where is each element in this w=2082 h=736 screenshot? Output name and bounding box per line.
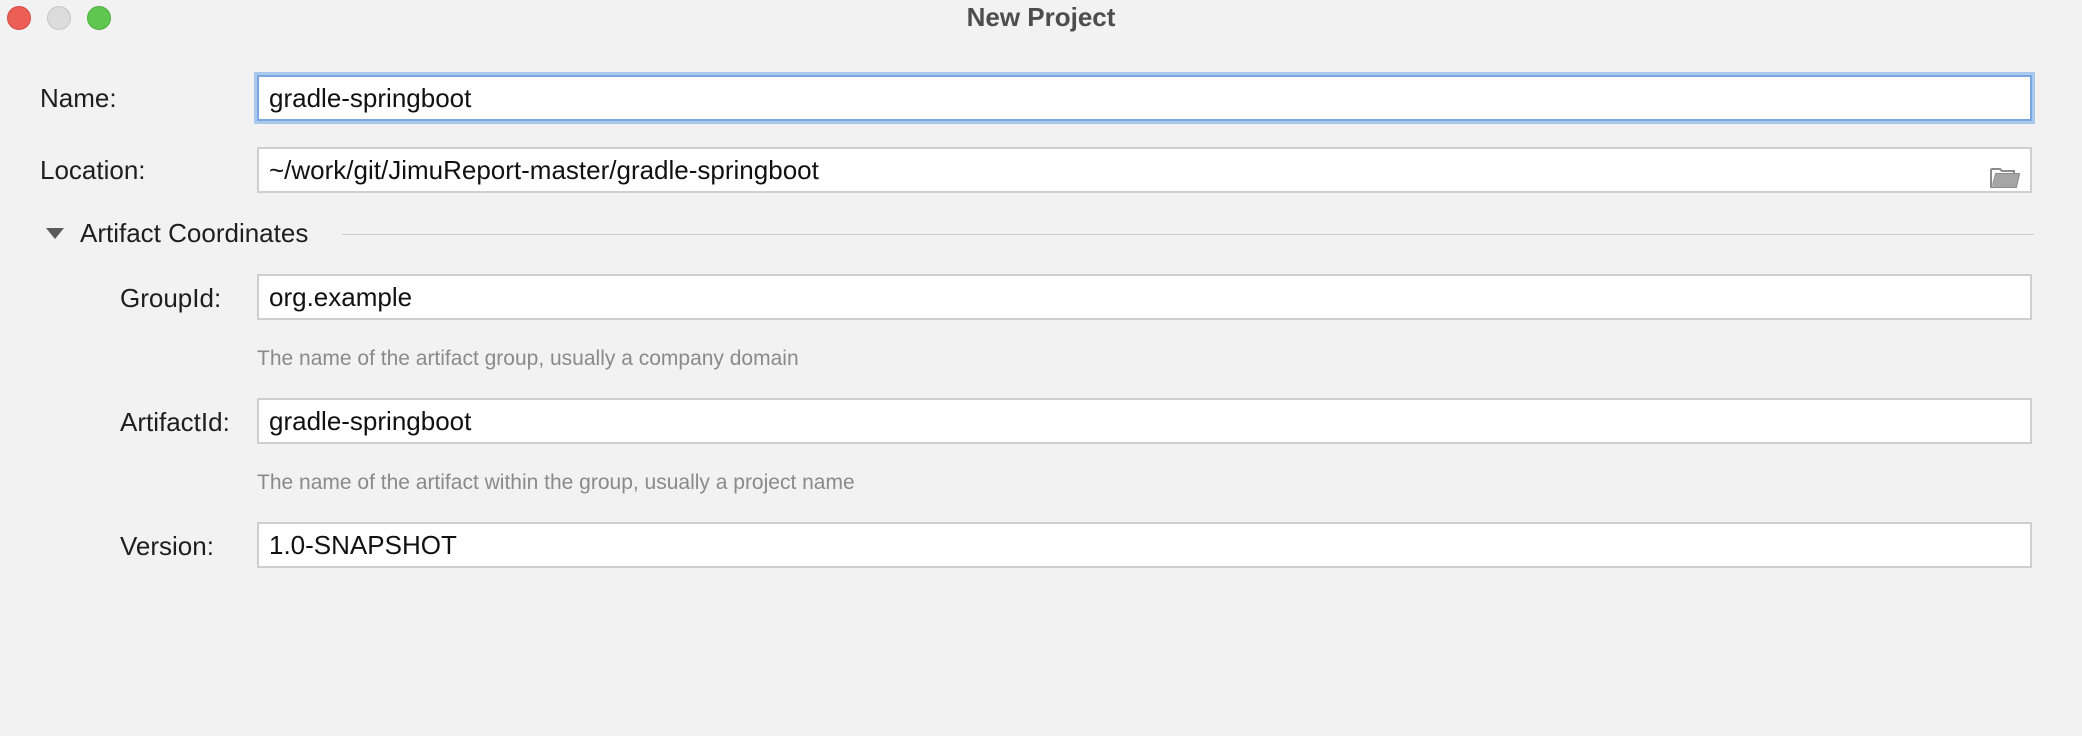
location-value: ~/work/git/JimuReport-master/gradle-spri…	[269, 155, 819, 185]
artifactid-hint: The name of the artifact within the grou…	[257, 471, 855, 494]
groupid-field[interactable]: org.example	[257, 274, 2032, 320]
disclosure-triangle-icon[interactable]	[46, 228, 64, 239]
version-label: Version:	[120, 531, 214, 561]
artifactid-field[interactable]: gradle-springboot	[257, 398, 2032, 444]
location-label: Location:	[40, 155, 146, 185]
groupid-hint: The name of the artifact group, usually …	[257, 347, 799, 370]
folder-icon[interactable]	[1990, 159, 2021, 188]
artifactid-label: ArtifactId:	[120, 407, 230, 437]
groupid-label: GroupId:	[120, 283, 222, 313]
version-field[interactable]: 1.0-SNAPSHOT	[257, 522, 2032, 568]
artifact-coordinates-section: Artifact Coordinates	[44, 216, 2034, 252]
section-divider	[342, 234, 2034, 235]
folder-icon-graphic	[1990, 168, 2021, 188]
section-title[interactable]: Artifact Coordinates	[80, 218, 308, 249]
new-project-window: New Project Name: gradle-springboot Loca…	[0, 0, 2082, 736]
name-field[interactable]: gradle-springboot	[257, 75, 2032, 121]
window-title: New Project	[966, 2, 1116, 32]
name-label: Name:	[40, 83, 117, 113]
title-bar: New Project	[0, 0, 2082, 36]
location-field[interactable]: ~/work/git/JimuReport-master/gradle-spri…	[257, 147, 2032, 193]
